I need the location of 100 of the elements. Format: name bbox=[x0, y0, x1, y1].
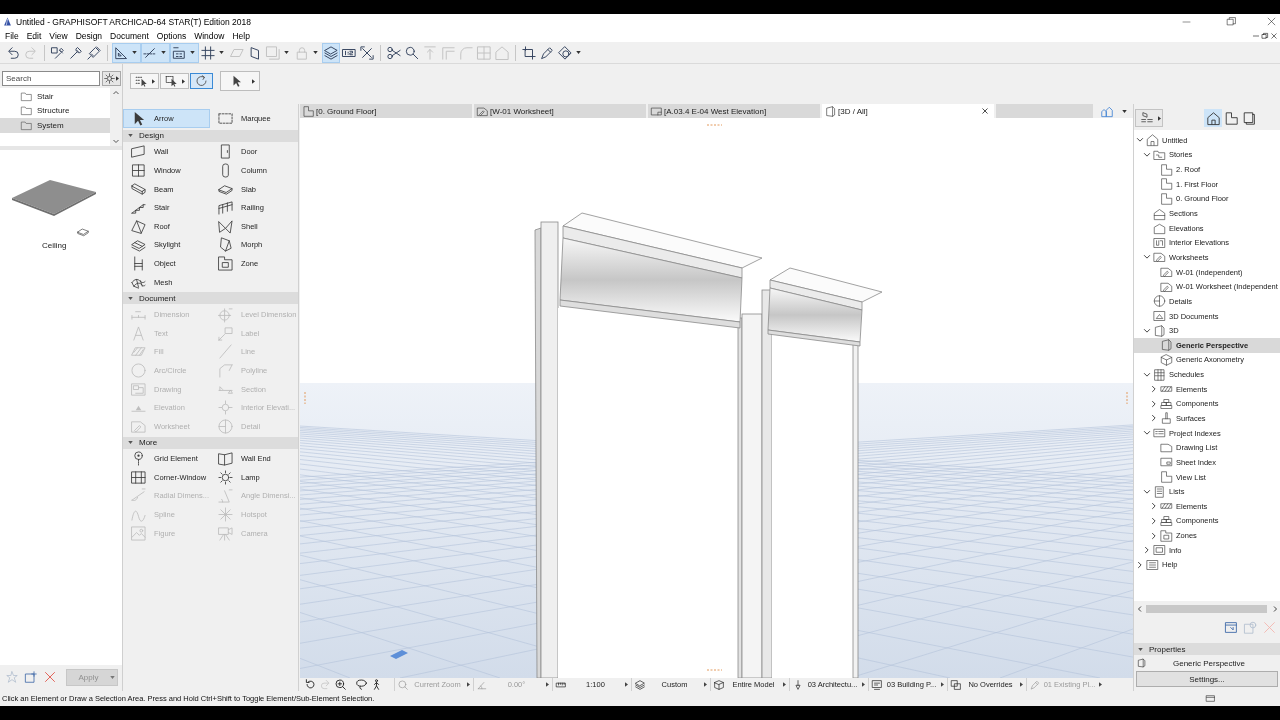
display-panel-icon bbox=[872, 679, 882, 690]
new-window-icon[interactable] bbox=[1225, 620, 1238, 634]
shell-icon bbox=[218, 218, 233, 234]
settings-button[interactable]: Settings... bbox=[1136, 671, 1278, 687]
skylight-icon bbox=[131, 237, 146, 253]
model-box-icon bbox=[714, 679, 724, 690]
caret-down-icon bbox=[161, 51, 166, 54]
overlapping-shapes-icon bbox=[558, 45, 572, 60]
caret-right-icon bbox=[783, 682, 786, 687]
guide-line-icon bbox=[143, 45, 157, 60]
chevron-down-icon[interactable] bbox=[1144, 489, 1150, 494]
chevron-down-icon[interactable] bbox=[1144, 328, 1150, 333]
properties-header[interactable]: Properties bbox=[1134, 643, 1280, 655]
chevron-down-icon[interactable] bbox=[1137, 138, 1143, 143]
folder-item[interactable]: Structure bbox=[0, 103, 110, 118]
preview-caption: Ceiling bbox=[42, 241, 67, 250]
corner-icon bbox=[441, 45, 455, 60]
lasso-icon[interactable] bbox=[356, 679, 367, 690]
caret-right-icon bbox=[941, 682, 944, 687]
info-box-button[interactable] bbox=[160, 73, 189, 89]
chevron-right-icon[interactable] bbox=[1152, 532, 1156, 539]
quartered-circle-icon bbox=[1153, 295, 1166, 308]
menu-item[interactable]: Document bbox=[106, 29, 153, 42]
caret-right-icon bbox=[152, 78, 155, 84]
chevron-right-icon[interactable] bbox=[1152, 400, 1156, 407]
square-shadow-icon bbox=[266, 45, 280, 60]
pen-nib-icon bbox=[793, 679, 803, 690]
chevron-down-icon[interactable] bbox=[1144, 152, 1150, 157]
view-tab[interactable]: [3D / All] bbox=[822, 104, 994, 118]
folder-icon bbox=[20, 90, 33, 102]
chevron-right-icon[interactable] bbox=[1152, 386, 1156, 393]
zoom-in-icon[interactable] bbox=[335, 679, 346, 690]
folder-item[interactable]: System bbox=[0, 118, 110, 133]
restore-icon[interactable] bbox=[1227, 17, 1236, 26]
ruler-icon bbox=[556, 679, 566, 690]
asterisk-icon bbox=[218, 507, 233, 523]
info-box-button[interactable] bbox=[220, 71, 260, 91]
menu-item[interactable]: File bbox=[1, 29, 23, 42]
close-icon[interactable] bbox=[1267, 17, 1276, 26]
eyedropper-icon bbox=[69, 45, 83, 60]
window-title: Untitled - GRAPHISOFT ARCHICAD-64 STAR(T) Edition 2018 bbox=[16, 16, 252, 27]
chevron-down-icon[interactable] bbox=[1144, 431, 1150, 436]
chevron-down-icon[interactable] bbox=[1144, 372, 1150, 377]
scrollbar[interactable] bbox=[1135, 603, 1280, 615]
caret-down-icon bbox=[313, 51, 318, 54]
menu-item[interactable]: Options bbox=[152, 29, 191, 42]
walking-person-icon[interactable] bbox=[371, 679, 382, 690]
info-box-button[interactable] bbox=[130, 73, 159, 89]
view-tab[interactable]: [A.03.4 E-04 West Elevation] bbox=[648, 104, 820, 118]
menu-item[interactable]: Design bbox=[71, 29, 107, 42]
chevron-down-icon[interactable] bbox=[1144, 255, 1150, 260]
chevron-right-icon[interactable] bbox=[1152, 503, 1156, 510]
folder-icon bbox=[20, 119, 33, 131]
redo-icon bbox=[24, 45, 38, 60]
radius-icon bbox=[131, 488, 146, 504]
menu-item[interactable]: Window bbox=[190, 29, 229, 42]
house-icon bbox=[1146, 134, 1159, 147]
toolbar-button[interactable] bbox=[170, 42, 199, 63]
box-icon bbox=[1137, 658, 1146, 668]
3d-document-icon bbox=[1153, 310, 1166, 322]
framed-plus-icon[interactable] bbox=[25, 671, 37, 683]
lines-page-icon bbox=[1153, 485, 1166, 498]
search-field[interactable]: Search bbox=[2, 71, 100, 86]
picture-frame-icon bbox=[131, 381, 146, 397]
caret-right-icon bbox=[1099, 682, 1102, 687]
rotation-angle-icon bbox=[477, 679, 487, 690]
gear-icon bbox=[104, 73, 115, 84]
pin-marker-icon bbox=[131, 451, 146, 467]
overlapping-boxes-icon bbox=[951, 679, 961, 690]
syringe-icon bbox=[87, 45, 101, 60]
chevron-right-icon[interactable] bbox=[1152, 517, 1156, 524]
two-houses-icon bbox=[1099, 105, 1115, 117]
folder-item[interactable]: Stair bbox=[0, 89, 110, 104]
chevron-right-icon[interactable] bbox=[1152, 415, 1156, 422]
floor-plan-icon bbox=[1160, 471, 1173, 484]
orbit-icon[interactable] bbox=[305, 679, 316, 690]
menu-item[interactable]: View bbox=[45, 29, 72, 42]
delete-icon[interactable] bbox=[44, 671, 56, 683]
view-tab[interactable]: [W-01 Worksheet] bbox=[474, 104, 646, 118]
navigator-mode-button[interactable] bbox=[1204, 109, 1222, 127]
window-panel-icon[interactable] bbox=[1205, 694, 1216, 703]
close-icon[interactable] bbox=[1271, 32, 1277, 39]
menu-item[interactable]: Help bbox=[228, 29, 254, 42]
scrollbar[interactable] bbox=[110, 88, 122, 146]
view-tab[interactable]: [0. Ground Floor] bbox=[300, 104, 472, 118]
toolbar-button[interactable] bbox=[112, 42, 141, 63]
close-icon[interactable] bbox=[982, 108, 988, 114]
toolbar-button[interactable] bbox=[141, 42, 170, 63]
group-header[interactable]: More bbox=[123, 436, 298, 449]
navigator-options-button[interactable] bbox=[1135, 109, 1163, 127]
toolbar-button[interactable] bbox=[322, 42, 340, 63]
chevron-right-icon[interactable] bbox=[1138, 561, 1142, 568]
group-header[interactable]: Document bbox=[123, 292, 298, 305]
restore-icon[interactable] bbox=[1262, 32, 1268, 39]
magnifier-icon bbox=[398, 679, 408, 690]
menu-item[interactable]: Edit bbox=[22, 29, 46, 42]
chair-icon bbox=[131, 255, 146, 271]
chevron-right-icon[interactable] bbox=[1145, 547, 1149, 554]
options-menu-button[interactable] bbox=[102, 71, 121, 86]
group-header[interactable]: Design bbox=[123, 129, 298, 142]
